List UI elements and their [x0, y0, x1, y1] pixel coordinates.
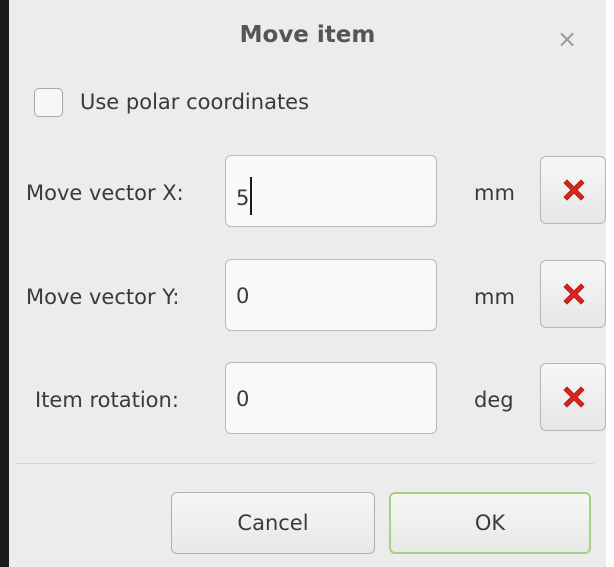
close-button[interactable]: ×: [552, 24, 582, 54]
cancel-button[interactable]: Cancel: [171, 492, 375, 554]
move-vector-y-unit: mm: [474, 285, 515, 309]
polar-coordinates-option[interactable]: Use polar coordinates: [34, 86, 309, 118]
polar-coordinates-checkbox[interactable]: [34, 87, 63, 117]
move-vector-x-unit: mm: [474, 181, 515, 205]
red-x-icon: [563, 386, 585, 408]
item-rotation-input[interactable]: 0: [225, 362, 437, 434]
move-vector-x-row: Move vector X: 5 mm: [9, 155, 606, 235]
move-vector-y-row: Move vector Y: 0 mm: [9, 259, 606, 339]
item-rotation-label: Item rotation:: [35, 388, 179, 412]
move-vector-x-label: Move vector X:: [26, 181, 184, 205]
red-x-icon: [563, 179, 585, 201]
clear-move-vector-y-button[interactable]: [540, 260, 606, 328]
item-rotation-value: 0: [236, 387, 250, 411]
text-cursor: [250, 177, 253, 215]
red-x-icon: [563, 283, 585, 305]
separator: [17, 463, 594, 464]
move-vector-x-value: 5: [236, 186, 250, 210]
title-bar: Move item ×: [9, 0, 606, 80]
ok-button[interactable]: OK: [389, 492, 591, 554]
move-vector-x-input[interactable]: 5: [225, 155, 437, 227]
move-vector-y-input[interactable]: 0: [225, 259, 437, 331]
dialog-title: Move item: [239, 22, 376, 48]
move-item-dialog: Move item × Use polar coordinates Move v…: [0, 0, 614, 567]
item-rotation-row: Item rotation: 0 deg: [9, 362, 606, 442]
clear-item-rotation-button[interactable]: [540, 363, 606, 431]
move-vector-y-label: Move vector Y:: [26, 285, 180, 309]
clear-move-vector-x-button[interactable]: [540, 156, 606, 224]
item-rotation-unit: deg: [474, 388, 514, 412]
polar-coordinates-label: Use polar coordinates: [80, 90, 310, 114]
move-vector-y-value: 0: [236, 284, 250, 308]
